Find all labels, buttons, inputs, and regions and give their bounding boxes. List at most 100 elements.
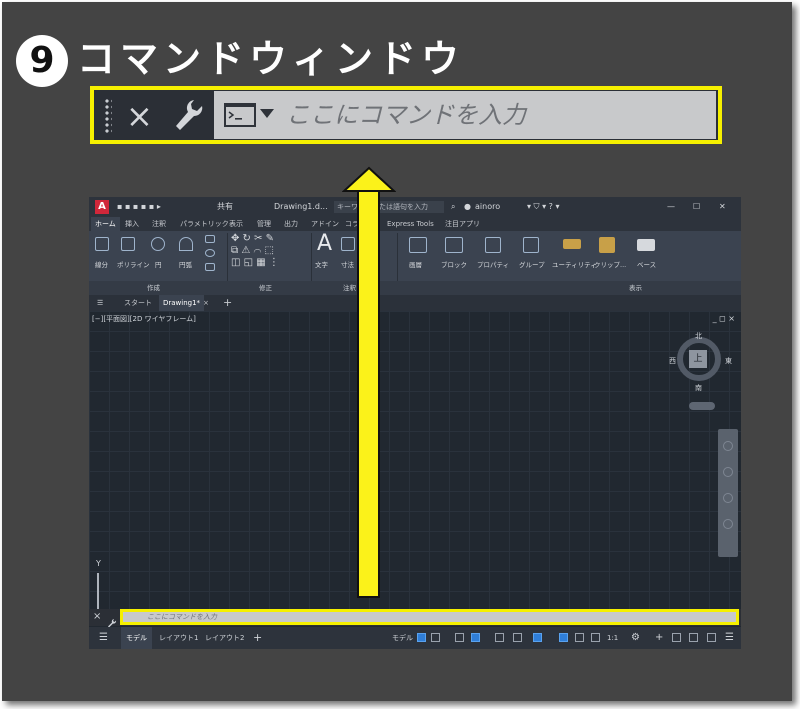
model-space-button[interactable]: モデル bbox=[392, 627, 413, 649]
search-input[interactable]: キーワードまたは語句を入力 bbox=[334, 201, 444, 213]
tab-parametric[interactable]: パラメトリック bbox=[180, 217, 229, 231]
group-icon[interactable] bbox=[523, 237, 539, 253]
properties-icon[interactable] bbox=[485, 237, 501, 253]
block-button[interactable]: ブロック bbox=[441, 259, 467, 269]
close-command-button[interactable]: × bbox=[126, 94, 153, 138]
object-snap-icon[interactable] bbox=[533, 633, 542, 642]
panel-annotation[interactable]: 注釈 bbox=[343, 281, 356, 295]
panel-draw[interactable]: 作成 bbox=[147, 281, 160, 295]
modify-tool-icons[interactable]: ✥ ↻ ✂ ✎ ⧉ ⚠ ⌒ ⬚ ◫ ◱ ▦ ⋮ bbox=[231, 233, 279, 269]
viewport-label[interactable]: [−][平面図][2D ワイヤフレーム] bbox=[92, 314, 196, 324]
toolbar-icons[interactable]: ▾ ⛉ ▾ ? ▾ bbox=[527, 197, 559, 217]
viewport-controls[interactable]: _ ◻ × bbox=[713, 314, 735, 323]
line-button[interactable]: 線分 bbox=[95, 259, 108, 269]
maximize-icon[interactable]: ☐ bbox=[693, 197, 700, 217]
tab-express-tools[interactable]: Express Tools bbox=[387, 217, 434, 231]
rectangle-icon[interactable] bbox=[205, 235, 215, 243]
base-button[interactable]: ベース bbox=[637, 259, 656, 269]
tab-featured-apps[interactable]: 注目アプリ bbox=[445, 217, 480, 231]
user-name[interactable]: ainoro bbox=[475, 197, 500, 217]
viewcube-top[interactable]: 上 bbox=[689, 350, 707, 368]
new-tab-icon[interactable]: + bbox=[223, 295, 232, 311]
polyline-button[interactable]: ポリライン bbox=[117, 259, 150, 269]
isodraft-icon[interactable] bbox=[495, 633, 504, 642]
minimize-icon[interactable]: — bbox=[667, 197, 675, 217]
hatch-icon[interactable] bbox=[205, 263, 215, 271]
clipboard-icon[interactable] bbox=[599, 237, 615, 253]
layers-icon[interactable] bbox=[409, 237, 427, 253]
add-layout-icon[interactable]: + bbox=[253, 627, 262, 649]
clipboard-button[interactable]: クリップ... bbox=[594, 259, 626, 269]
base-icon[interactable] bbox=[637, 239, 655, 251]
tab-manage[interactable]: 管理 bbox=[257, 217, 271, 231]
hardware-acceleration-icon[interactable] bbox=[689, 633, 698, 642]
drag-grip-icon[interactable] bbox=[104, 98, 112, 134]
tab-view[interactable]: 表示 bbox=[229, 217, 243, 231]
measure-icon[interactable] bbox=[563, 239, 581, 249]
scale-selector[interactable]: 1:1 bbox=[607, 627, 618, 649]
tab-insert[interactable]: 挿入 bbox=[125, 217, 139, 231]
tab-drawing1[interactable]: Drawing1* bbox=[159, 295, 205, 311]
block-icon[interactable] bbox=[445, 237, 463, 253]
text-icon[interactable]: A bbox=[317, 231, 332, 256]
command-input-small[interactable]: ここにコマンドを入力 bbox=[120, 609, 739, 625]
tab-close-icon[interactable]: × bbox=[203, 295, 209, 311]
tab-output[interactable]: 出力 bbox=[284, 217, 298, 231]
pan-icon[interactable] bbox=[723, 467, 733, 477]
dimension-button[interactable]: 寸法 bbox=[341, 259, 354, 269]
tab-annotate[interactable]: 注釈 bbox=[152, 217, 166, 231]
workspace-gear-icon[interactable]: ⚙ bbox=[631, 627, 640, 649]
annotation-scale-icon[interactable] bbox=[591, 633, 600, 642]
circle-icon[interactable] bbox=[151, 237, 165, 251]
arc-button[interactable]: 円弧 bbox=[179, 259, 192, 269]
line-icon[interactable] bbox=[95, 237, 109, 251]
snap-icon[interactable] bbox=[431, 633, 440, 642]
close-command-small-button[interactable]: × bbox=[93, 609, 101, 625]
layers-button[interactable]: 画層 bbox=[409, 259, 422, 269]
polyline-icon[interactable] bbox=[121, 237, 135, 251]
tab-home[interactable]: ホーム bbox=[91, 217, 120, 231]
tab-model[interactable]: モデル bbox=[121, 627, 152, 649]
tab-start[interactable]: スタート bbox=[124, 295, 152, 311]
ortho-icon[interactable] bbox=[455, 633, 464, 642]
wcs-menu[interactable] bbox=[689, 402, 715, 410]
search-icon[interactable]: ⌕ bbox=[451, 197, 455, 217]
chevron-down-icon[interactable] bbox=[260, 109, 274, 118]
command-input[interactable]: ここにコマンドを入力 bbox=[214, 91, 716, 139]
panel-modify[interactable]: 修正 bbox=[259, 281, 272, 295]
share-button[interactable]: 共有 bbox=[217, 197, 233, 217]
menu-icon[interactable]: ☰ bbox=[97, 295, 103, 311]
layout-menu-icon[interactable]: ☰ bbox=[99, 627, 108, 649]
annotation-visibility-icon[interactable] bbox=[559, 633, 568, 642]
dimension-icon[interactable] bbox=[341, 237, 355, 251]
utilities-button[interactable]: ユーティリティ bbox=[552, 259, 597, 269]
panel-view[interactable]: 表示 bbox=[629, 281, 642, 295]
user-icon[interactable]: ● bbox=[464, 197, 471, 217]
object-track-icon[interactable] bbox=[513, 633, 522, 642]
tab-layout1[interactable]: レイアウト1 bbox=[159, 627, 198, 649]
circle-button[interactable]: 円 bbox=[155, 259, 162, 269]
drawing-area[interactable]: [−][平面図][2D ワイヤフレーム] _ ◻ × 上 北 南 東 西 Y bbox=[89, 311, 741, 613]
zoom-icon[interactable] bbox=[723, 493, 733, 503]
command-prompt-icon[interactable] bbox=[223, 102, 257, 132]
ellipse-icon[interactable] bbox=[205, 249, 215, 257]
tab-layout2[interactable]: レイアウト2 bbox=[205, 627, 244, 649]
properties-button[interactable]: プロパティ bbox=[477, 259, 509, 269]
group-button[interactable]: グループ bbox=[519, 259, 545, 269]
orbit-icon[interactable] bbox=[723, 519, 733, 529]
close-icon[interactable]: ✕ bbox=[719, 197, 726, 217]
arc-icon[interactable] bbox=[179, 237, 193, 251]
tab-addins[interactable]: アドイン bbox=[311, 217, 339, 231]
nav-wheel-icon[interactable] bbox=[723, 441, 733, 451]
auto-scale-icon[interactable] bbox=[575, 633, 584, 642]
wrench-icon[interactable] bbox=[172, 96, 204, 140]
polar-icon[interactable] bbox=[471, 633, 480, 642]
annotation-monitor-icon[interactable]: + bbox=[655, 627, 663, 649]
text-button[interactable]: 文字 bbox=[315, 259, 328, 269]
grid-icon[interactable] bbox=[417, 633, 426, 642]
clean-screen-icon[interactable] bbox=[707, 633, 716, 642]
app-logo[interactable]: A bbox=[95, 200, 109, 214]
units-icon[interactable] bbox=[672, 633, 681, 642]
customize-menu-icon[interactable]: ☰ bbox=[725, 627, 734, 649]
quick-access-icons[interactable]: ▪ ▪ ▪ ▪ ▪ ▸ bbox=[117, 197, 161, 217]
